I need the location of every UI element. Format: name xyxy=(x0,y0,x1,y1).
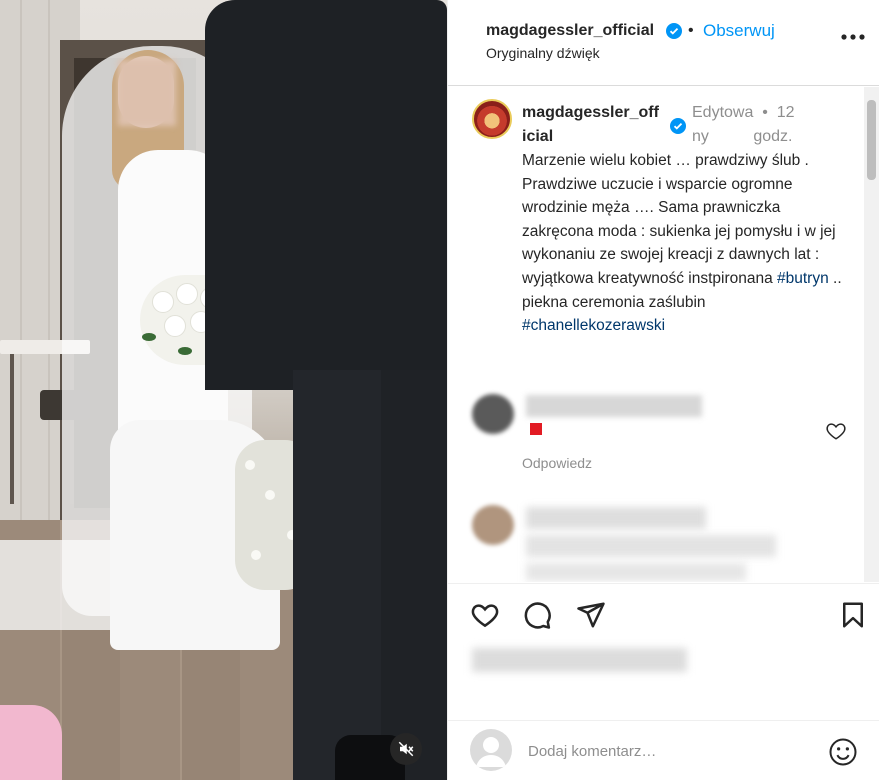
post-header: magdagessler_official • Obserwuj Orygina… xyxy=(448,0,879,86)
blurred-face xyxy=(118,60,176,126)
verified-badge-icon xyxy=(670,118,686,134)
heart-icon[interactable] xyxy=(825,420,847,442)
comments-section[interactable]: magdagessler_off icial Edytowa • 12 ny g… xyxy=(448,87,873,582)
hashtag-link[interactable]: #butryn xyxy=(777,270,829,287)
pixelated-likes xyxy=(472,648,687,672)
post-video[interactable] xyxy=(0,0,447,780)
caption-meta: Edytowa • 12 ny godz. xyxy=(692,101,795,149)
groom-trousers xyxy=(293,370,383,780)
groom-trousers xyxy=(381,370,447,780)
default-avatar-icon xyxy=(470,729,512,771)
action-bar xyxy=(448,583,879,639)
caption-text: Marzenie wielu kobiet … prawdziwy ślub .… xyxy=(522,149,852,338)
caption-username-line: icial xyxy=(522,128,554,145)
pink-object xyxy=(0,705,62,780)
separator-dot: • xyxy=(688,22,694,39)
add-comment-bar xyxy=(448,720,879,780)
commenter-avatar[interactable] xyxy=(472,394,514,434)
caption-meta-line: Edytowa • 12 xyxy=(692,104,795,121)
pixelated-comment xyxy=(526,395,702,417)
leaf xyxy=(178,347,192,355)
rose xyxy=(152,291,174,313)
pixelated-comment xyxy=(526,535,776,557)
verified-badge-icon xyxy=(666,23,682,39)
table-leg xyxy=(10,354,14,504)
red-emoji xyxy=(530,423,542,435)
caption-meta-line: ny godz. xyxy=(692,128,793,145)
pixelated-comment xyxy=(526,507,706,529)
author-username[interactable]: magdagessler_official xyxy=(486,22,654,40)
heart-icon[interactable] xyxy=(470,600,500,630)
wall-line xyxy=(48,0,50,520)
scrollbar-thumb[interactable] xyxy=(867,100,876,180)
follow-button[interactable]: Obserwuj xyxy=(703,21,775,41)
pixelated-comment xyxy=(526,563,746,581)
groom xyxy=(205,0,447,780)
rose xyxy=(164,315,186,337)
post-side-panel: magdagessler_official • Obserwuj Orygina… xyxy=(447,0,879,780)
caption-text-part: Marzenie wielu kobiet … prawdziwy ślub .… xyxy=(522,152,836,287)
rose xyxy=(176,283,198,305)
wall-line xyxy=(20,0,22,520)
comment-input[interactable] xyxy=(528,737,788,765)
caption-username-line: magdagessler_off xyxy=(522,104,659,121)
commenter-avatar[interactable] xyxy=(472,505,514,545)
groom-coat xyxy=(205,0,447,390)
audio-label[interactable]: Oryginalny dźwięk xyxy=(486,45,600,61)
author-avatar[interactable] xyxy=(472,99,512,139)
bookmark-icon[interactable] xyxy=(838,600,868,630)
emoji-icon[interactable] xyxy=(828,737,858,767)
more-options-icon[interactable] xyxy=(840,28,866,48)
comment-icon[interactable] xyxy=(522,600,552,630)
hashtag-link[interactable]: #chanellekozerawski xyxy=(522,317,665,334)
mute-icon xyxy=(398,741,414,757)
caption-username[interactable]: magdagessler_off icial xyxy=(522,101,686,149)
mute-button[interactable] xyxy=(390,733,422,765)
reply-link[interactable]: Odpowiedz xyxy=(522,455,592,471)
share-icon[interactable] xyxy=(576,600,606,630)
leaf xyxy=(142,333,156,341)
